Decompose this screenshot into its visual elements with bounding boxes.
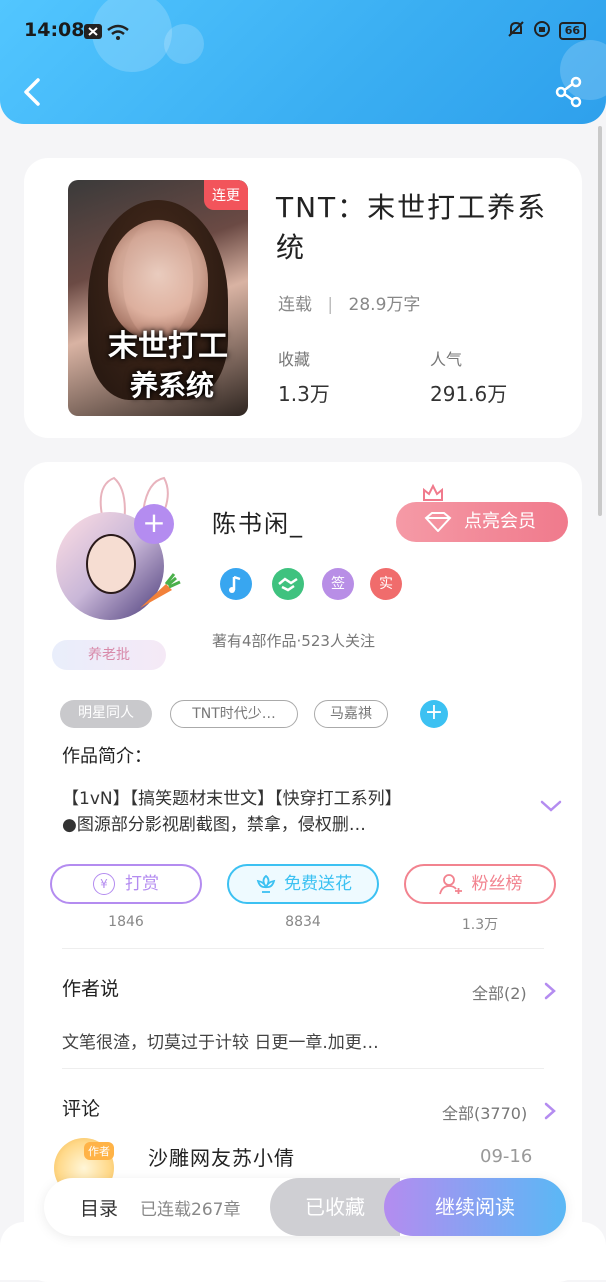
chevron-right-icon[interactable] [544,1102,556,1120]
vip-button-label: 点亮会员 [464,511,536,532]
continue-reading-button[interactable]: 继续阅读 [384,1178,566,1236]
share-button[interactable] [554,76,584,108]
send-flower-button[interactable]: 免费送花 [227,864,379,904]
cover-title: 末世打工 [108,329,228,364]
diamond-icon [424,512,452,532]
add-tag-button[interactable]: + [420,700,448,728]
author-name[interactable]: 陈书闲_ [212,504,304,539]
status-icons: 66 [507,20,586,42]
comments-title: 评论 [62,1098,101,1120]
intro-text: ●图源部分影视剧截图，禁拿，侵权删… [62,815,366,835]
chevron-right-icon[interactable] [544,982,556,1000]
collected-button[interactable]: 已收藏 [270,1178,400,1236]
comment-date: 09-16 [480,1146,533,1167]
flower-count: 8834 [285,914,321,930]
decor-bubble [164,24,204,64]
commenter-name[interactable]: 沙雕网友苏小倩 [148,1142,295,1171]
chevron-left-icon [24,78,40,106]
reward-count: 1846 [108,914,144,930]
author-says-more-link[interactable]: 全部(2) [472,980,527,1004]
fan-title-tag: 养老批 [52,640,166,670]
update-badge: 连更 [204,180,248,210]
battery-indicator: 66 [558,22,586,40]
intro-heading: 作品简介： [62,746,152,767]
book-info-card: 末世打工 养系统 连更 TNT：末世打工养系统 连载 | 28.9万字 收藏 1… [24,158,582,438]
author-says-text[interactable]: 文笔很渣，切莫过于计较 日更一章.加更… [62,1028,379,1053]
status-time: 14:08 [24,19,85,41]
popularity-value: 291.6万 [430,382,508,406]
send-flower-label: 免费送花 [284,874,352,894]
comments-more-link[interactable]: 全部(3770) [442,1100,527,1124]
popularity-label: 人气 [430,350,463,369]
vip-button[interactable]: 点亮会员 [396,502,568,542]
top-header: 14:08 66 [0,0,606,124]
collect-value: 1.3万 [278,382,330,406]
author-card: + 养老批 陈书闲_ 点亮会员 签 实 著有4部作品·523人关注 明星同人 T… [24,462,582,1282]
handshake-badge-icon[interactable] [272,568,304,600]
bottom-action-bar: 目录 已连载267章 已收藏 继续阅读 [44,1178,566,1236]
collect-label: 收藏 [278,350,311,369]
share-icon [555,76,582,108]
fan-count: 1.3万 [461,917,499,933]
chevron-down-icon[interactable] [540,796,562,816]
notification-icon [84,22,132,46]
carrot-decoration [140,573,181,608]
word-count: 28.9万字 [348,295,421,315]
crown-icon [423,484,443,501]
alarm-icon [533,20,551,42]
verified-badge[interactable]: 实 [370,568,402,600]
fan-rank-button[interactable]: 粉丝榜 [404,864,556,904]
back-button[interactable] [18,74,48,110]
tag-item[interactable]: 明星同人 [60,700,152,728]
divider [62,948,544,949]
book-title: TNT：末世打工养系统 [276,191,548,264]
user-icon [438,874,462,895]
author-badge: 作者 [84,1142,114,1160]
reward-label: 打赏 [125,874,159,894]
mute-icon [507,20,525,42]
yen-icon: ¥ [93,873,115,895]
note-badge-icon[interactable] [220,568,252,600]
signed-badge[interactable]: 签 [322,568,354,600]
flower-icon [256,874,276,893]
tag-item[interactable]: 马嘉祺 [314,700,388,728]
cover-title: 养系统 [130,369,215,402]
avatar-face [86,534,136,594]
book-cover[interactable]: 末世打工 养系统 连更 [68,180,248,416]
fan-rank-label: 粉丝榜 [471,874,523,894]
scrollbar[interactable] [598,126,602,516]
reward-button[interactable]: ¥ 打赏 [50,864,202,904]
intro-text: 【1vN】【搞笑题材末世文】【快穿打工系列】 [62,789,402,809]
book-meta: 连载 | 28.9万字 [278,295,421,315]
tag-item[interactable]: TNT时代少… [170,700,298,728]
cover-art [108,220,208,340]
serial-status: 连载 [278,295,312,315]
divider [62,1068,544,1069]
author-works-info: 著有4部作品·523人关注 [212,632,375,650]
follow-plus-button[interactable]: + [134,504,174,544]
toc-button[interactable]: 目录 [80,1194,118,1221]
author-says-title: 作者说 [62,978,120,1000]
chapter-status: 已连载267章 [140,1200,241,1220]
